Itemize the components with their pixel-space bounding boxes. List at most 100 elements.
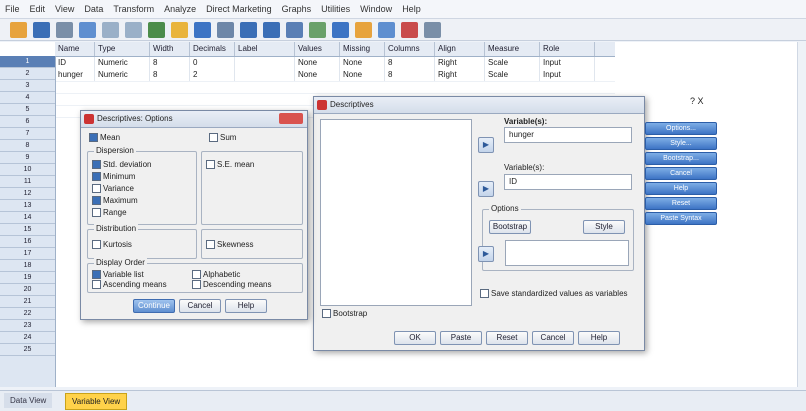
col-header[interactable]: Label: [235, 42, 295, 56]
col-header[interactable]: Decimals: [190, 42, 235, 56]
move-right-arrow-icon[interactable]: ▶: [478, 246, 494, 262]
menu-data[interactable]: Data: [79, 4, 108, 14]
table-row[interactable]: ID Numeric 8 0 None None 8 Right Scale I…: [55, 57, 615, 69]
row-number[interactable]: 6: [0, 116, 55, 128]
cell[interactable]: 2: [190, 69, 235, 81]
std-deviation-checkbox[interactable]: Std. deviation: [92, 160, 151, 169]
col-header[interactable]: Name: [55, 42, 95, 56]
checkbox[interactable]: [322, 309, 331, 318]
variance-checkbox[interactable]: Variance: [92, 184, 134, 193]
close-icon[interactable]: [279, 113, 303, 124]
redo-icon[interactable]: [125, 21, 142, 38]
col-header[interactable]: Type: [95, 42, 150, 56]
cancel-button[interactable]: Cancel: [179, 299, 221, 313]
row-number[interactable]: 18: [0, 260, 55, 272]
open-icon[interactable]: [10, 21, 27, 38]
row-number[interactable]: 23: [0, 320, 55, 332]
insert-variable-icon[interactable]: [263, 21, 280, 38]
tab-variable-view[interactable]: Variable View: [65, 393, 128, 410]
row-number[interactable]: 25: [0, 344, 55, 356]
sum-checkbox[interactable]: Sum: [209, 133, 236, 142]
menu-direct-marketing[interactable]: Direct Marketing: [201, 4, 277, 14]
col-header[interactable]: Measure: [485, 42, 540, 56]
row-number[interactable]: 7: [0, 128, 55, 140]
radio[interactable]: [192, 270, 201, 279]
minimum-checkbox[interactable]: Minimum: [92, 172, 135, 181]
radio[interactable]: [92, 280, 101, 289]
radio[interactable]: [192, 280, 201, 289]
cell[interactable]: [235, 69, 295, 81]
move-right-arrow-icon[interactable]: ▶: [478, 181, 494, 197]
cancel-side-button[interactable]: Cancel: [645, 167, 717, 180]
menu-file[interactable]: File: [0, 4, 25, 14]
se-mean-checkbox[interactable]: S.E. mean: [206, 160, 254, 169]
cell[interactable]: None: [340, 69, 385, 81]
help-side-button[interactable]: Help: [645, 182, 717, 195]
select-cases-icon[interactable]: [332, 21, 349, 38]
cell[interactable]: 8: [150, 57, 190, 69]
row-number[interactable]: 10: [0, 164, 55, 176]
alphabetic-radio[interactable]: Alphabetic: [192, 270, 240, 279]
sub-listbox[interactable]: [505, 240, 629, 266]
cell[interactable]: 8: [150, 69, 190, 81]
maximum-checkbox[interactable]: Maximum: [92, 196, 138, 205]
checkbox[interactable]: [92, 160, 101, 169]
style-side-button[interactable]: Style...: [645, 137, 717, 150]
save-standardized-checkbox[interactable]: Save standardized values as variables: [480, 289, 628, 298]
move-right-arrow-icon[interactable]: ▶: [478, 137, 494, 153]
print-icon[interactable]: [56, 21, 73, 38]
spelling-icon[interactable]: [424, 21, 441, 38]
cancel-button[interactable]: Cancel: [532, 331, 574, 345]
cell[interactable]: Input: [540, 69, 595, 81]
cell[interactable]: 0: [190, 57, 235, 69]
checkbox[interactable]: [92, 172, 101, 181]
col-header[interactable]: Width: [150, 42, 190, 56]
bootstrap-checkbox[interactable]: Bootstrap: [322, 309, 367, 318]
reset-side-button[interactable]: Reset: [645, 197, 717, 210]
ascending-means-radio[interactable]: Ascending means: [92, 280, 167, 289]
menu-help[interactable]: Help: [397, 4, 426, 14]
checkbox[interactable]: [480, 289, 489, 298]
col-header[interactable]: Values: [295, 42, 340, 56]
split-file-icon[interactable]: [286, 21, 303, 38]
row-number[interactable]: 13: [0, 200, 55, 212]
descending-means-radio[interactable]: Descending means: [192, 280, 271, 289]
menu-graphs[interactable]: Graphs: [277, 4, 317, 14]
row-number[interactable]: 11: [0, 176, 55, 188]
skewness-checkbox[interactable]: Skewness: [206, 240, 253, 249]
cell[interactable]: Scale: [485, 69, 540, 81]
help-button[interactable]: Help: [225, 299, 267, 313]
insert-cases-icon[interactable]: [240, 21, 257, 38]
variables-icon[interactable]: [194, 21, 211, 38]
col-header[interactable]: Align: [435, 42, 485, 56]
row-number[interactable]: 3: [0, 80, 55, 92]
col-header[interactable]: Columns: [385, 42, 435, 56]
help-button[interactable]: Help: [578, 331, 620, 345]
menu-window[interactable]: Window: [355, 4, 397, 14]
tab-data-view[interactable]: Data View: [4, 393, 53, 408]
variable-value[interactable]: hunger: [509, 130, 534, 139]
reset-button[interactable]: Reset: [486, 331, 528, 345]
save-icon[interactable]: [33, 21, 50, 38]
row-number[interactable]: 17: [0, 248, 55, 260]
row-number[interactable]: 16: [0, 236, 55, 248]
checkbox[interactable]: [92, 208, 101, 217]
menu-utilities[interactable]: Utilities: [316, 4, 355, 14]
continue-button[interactable]: Continue: [133, 299, 175, 313]
range-checkbox[interactable]: Range: [92, 208, 127, 217]
row-number[interactable]: 4: [0, 92, 55, 104]
cell[interactable]: None: [295, 57, 340, 69]
weight-cases-icon[interactable]: [309, 21, 326, 38]
menu-transform[interactable]: Transform: [108, 4, 159, 14]
bootstrap-side-button[interactable]: Bootstrap...: [645, 152, 717, 165]
row-number[interactable]: 15: [0, 224, 55, 236]
help-close-corner[interactable]: ? X: [690, 96, 704, 106]
col-header[interactable]: Role: [540, 42, 595, 56]
row-number[interactable]: 19: [0, 272, 55, 284]
cell[interactable]: 8: [385, 57, 435, 69]
cell[interactable]: Input: [540, 57, 595, 69]
row-number[interactable]: 1: [0, 56, 55, 68]
cell[interactable]: Numeric: [95, 57, 150, 69]
bootstrap-sub-button[interactable]: Bootstrap: [489, 220, 531, 234]
mean-checkbox[interactable]: Mean: [89, 133, 120, 142]
